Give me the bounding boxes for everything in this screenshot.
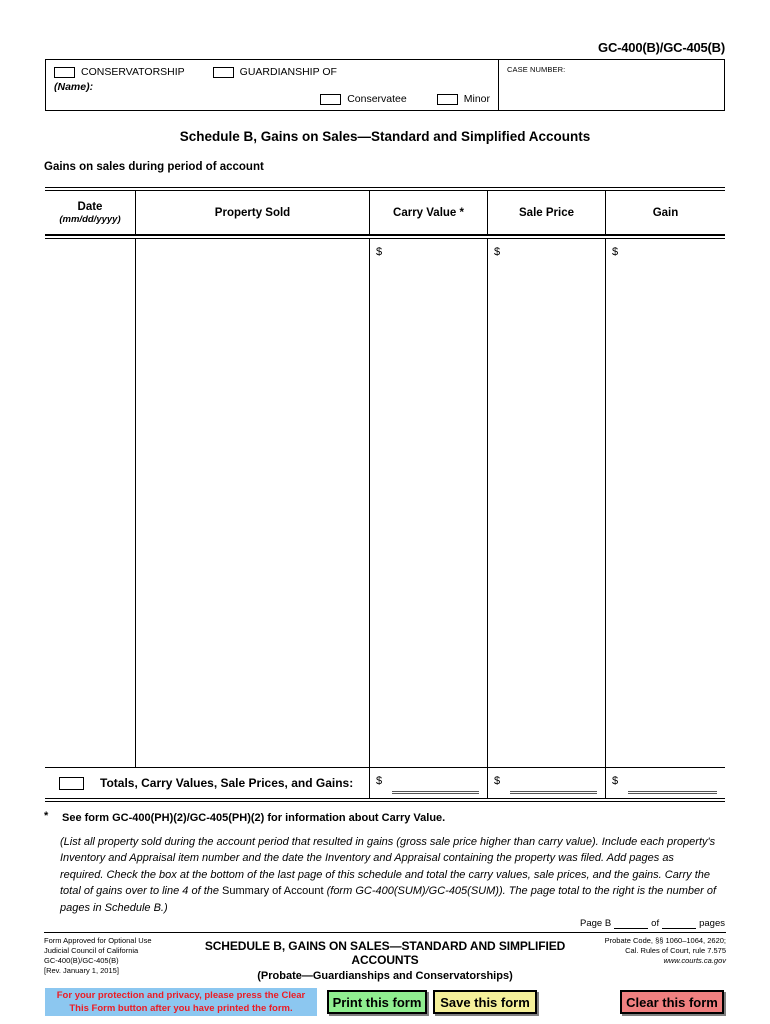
conservatorship-label: CONSERVATORSHIP [81,66,185,78]
caption-box: CONSERVATORSHIP GUARDIANSHIP OF (Name): C… [45,59,725,111]
currency-symbol: $ [376,775,383,787]
footer-right-line-1: Probate Code, §§ 1060–1064, 2620; [604,936,726,945]
caption-left-panel: CONSERVATORSHIP GUARDIANSHIP OF (Name): C… [46,60,499,110]
guardianship-checkbox[interactable] [212,67,234,78]
case-number-label: CASE NUMBER: [507,65,566,74]
caption-person-type-row: Conservatee Minor [320,93,490,105]
case-number-panel[interactable]: CASE NUMBER: [499,60,724,110]
column-header-date-label: Date [77,200,103,213]
footer-left-line-3: GC-400(B)/GC-405(B) [44,956,119,965]
footer-left-line-1: Form Approved for Optional Use [44,936,152,945]
column-header-sale-price-label: Sale Price [519,206,574,219]
totals-gain-field[interactable]: $ [606,768,725,798]
privacy-notice: For your protection and privacy, please … [45,988,317,1016]
form-button-bar: For your protection and privacy, please … [0,988,770,1024]
column-header-carry-value: Carry Value * [370,191,488,234]
column-header-carry-value-label: Carry Value * [393,206,464,219]
instructions-roman-segment: Summary of Account [222,885,327,898]
totals-carry-value-field[interactable]: $ [370,768,488,798]
page-title: Schedule B, Gains on Sales—Standard and … [179,129,591,144]
conservatorship-checkbox[interactable] [54,67,75,78]
entry-sale-price-field[interactable]: $ [488,239,606,767]
table-bottom-rule [45,798,725,802]
table-header-row: Date (mm/dd/yyyy) Property Sold Carry Va… [45,191,725,235]
footer-center-block: SCHEDULE B, GAINS ON SALES—STANDARD AND … [194,936,576,982]
instructions-paragraph: (List all property sold during the accou… [60,834,720,916]
footer-right-block: Probate Code, §§ 1060–1064, 2620; Cal. R… [576,936,726,966]
minor-label: Minor [463,93,490,105]
table-totals-row: Totals, Carry Values, Sale Prices, and G… [45,767,725,798]
privacy-notice-line-2: This Form button after you have printed … [69,1003,293,1014]
footer-form-title: SCHEDULE B, GAINS ON SALES—STANDARD AND … [204,939,566,967]
conservatee-label: Conservatee [347,93,407,105]
footer-divider [44,932,726,933]
footer-form-subtitle: (Probate—Guardianships and Conservatorsh… [257,970,513,982]
clear-form-button[interactable]: Clear this form [620,990,724,1014]
page-number-blank[interactable] [614,919,649,929]
footer-website-url: www.courts.ca.gov [663,956,726,965]
column-header-gain: Gain [606,191,725,234]
page-prefix-label: Page B [580,918,612,929]
column-header-date-sublabel: (mm/dd/yyyy) [59,213,121,225]
totals-underline [510,791,597,794]
column-header-property-sold: Property Sold [136,191,370,234]
table-entry-row: $ $ $ [45,239,725,767]
currency-symbol: $ [612,246,619,258]
name-label: (Name): [54,81,94,94]
footnote-asterisk: * [44,810,49,822]
currency-symbol: $ [376,246,383,258]
totals-label: Totals, Carry Values, Sale Prices, and G… [100,776,354,790]
section-label: Gains on sales during period of account [44,161,264,173]
column-header-gain-label: Gain [652,206,679,219]
gains-table: Date (mm/dd/yyyy) Property Sold Carry Va… [45,187,725,802]
footer-left-block: Form Approved for Optional Use Judicial … [44,936,194,976]
page-number-line: Page B of pages [580,918,725,929]
minor-checkbox[interactable] [436,93,458,105]
totals-checkbox[interactable] [59,776,84,790]
totals-underline [392,791,479,794]
footer-left-line-2: Judicial Council of California [44,946,139,955]
column-header-property-sold-label: Property Sold [214,206,291,219]
guardianship-label: GUARDIANSHIP OF [239,66,337,78]
column-header-sale-price: Sale Price [488,191,606,234]
totals-underline [628,791,717,794]
footer-right-line-2: Cal. Rules of Court, rule 7.575 [625,946,726,955]
currency-symbol: $ [494,775,501,787]
page-total-blank[interactable] [662,919,697,929]
page-suffix-label: pages [699,918,725,929]
currency-symbol: $ [494,246,501,258]
form-number: GC-400(B)/GC-405(B) [598,40,725,55]
entry-property-sold-field[interactable] [136,239,370,767]
totals-label-cell: Totals, Carry Values, Sale Prices, and G… [45,768,370,798]
print-form-button[interactable]: Print this form [327,990,427,1014]
carry-value-footnote: * See form GC-400(PH)(2)/GC-405(PH)(2) f… [44,810,446,824]
footer-left-line-4: [Rev. January 1, 2015] [44,966,119,975]
form-page: GC-400(B)/GC-405(B) CONSERVATORSHIP GUARD… [0,0,770,1024]
page-of-label: of [651,918,660,929]
column-header-date: Date (mm/dd/yyyy) [45,191,136,234]
privacy-notice-line-1: For your protection and privacy, please … [56,990,306,1001]
entry-date-field[interactable] [45,239,136,767]
totals-sale-price-field[interactable]: $ [488,768,606,798]
conservatee-checkbox[interactable] [320,93,342,105]
save-form-button[interactable]: Save this form [433,990,537,1014]
footnote-text: See form GC-400(PH)(2)/GC-405(PH)(2) for… [62,812,446,824]
entry-gain-field[interactable]: $ [606,239,725,767]
entry-carry-value-field[interactable]: $ [370,239,488,767]
page-footer: Form Approved for Optional Use Judicial … [44,936,726,982]
currency-symbol: $ [612,775,619,787]
caption-checkbox-row: CONSERVATORSHIP GUARDIANSHIP OF [54,66,492,79]
